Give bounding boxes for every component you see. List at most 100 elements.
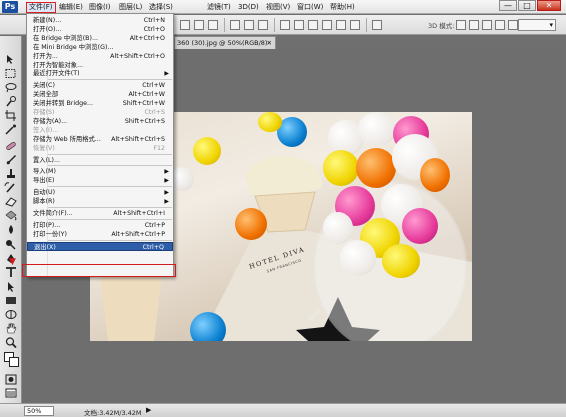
zoom-tool-icon[interactable]: [4, 337, 18, 348]
dodge-tool-icon[interactable]: [4, 239, 18, 250]
close-window-button[interactable]: ✕: [537, 0, 561, 11]
menu-item[interactable]: 存储(S) Ctrl+S: [27, 108, 173, 117]
type-tool-icon[interactable]: [4, 267, 18, 278]
blur-tool-icon[interactable]: [4, 224, 18, 235]
gumball: [323, 212, 353, 244]
menu-item[interactable]: 签入(I)...: [27, 126, 173, 135]
quick-mask-icon[interactable]: [4, 374, 18, 385]
align-right-icon[interactable]: [258, 20, 268, 30]
menu-edit[interactable]: 编辑(E): [57, 2, 85, 13]
3d-object-rotate-tool-icon[interactable]: [4, 309, 18, 320]
menu-item[interactable]: 关闭(C) Ctrl+W: [27, 81, 173, 90]
status-menu-arrow-icon[interactable]: ▶: [146, 406, 151, 414]
hand-tool-icon[interactable]: [4, 323, 18, 334]
quick-selection-tool-icon[interactable]: [4, 96, 18, 107]
move-tool-icon[interactable]: [4, 54, 18, 65]
menu-item[interactable]: 导出(E) ▶: [27, 176, 173, 185]
menu-item-shortcut: Ctrl+N: [143, 17, 165, 24]
menu-help[interactable]: 帮助(H): [328, 2, 357, 13]
menu-item-label: 存储为 Web 所用格式...: [33, 135, 101, 143]
menu-item-label: 在 Mini Bridge 中浏览(G)...: [33, 43, 114, 51]
align-middle-icon[interactable]: [194, 20, 204, 30]
menu-item-label: 打印(P)...: [33, 221, 61, 229]
menu-item[interactable]: 存储为 Web 所用格式... Alt+Shift+Ctrl+S: [27, 135, 173, 144]
menu-item[interactable]: 打开(O)... Ctrl+O: [27, 25, 173, 34]
options-separator: [366, 18, 367, 32]
align-left-icon[interactable]: [230, 20, 240, 30]
menu-image[interactable]: 图像(I): [87, 2, 113, 13]
menu-item[interactable]: 打印一份(Y) Alt+Shift+Ctrl+P: [27, 230, 173, 239]
history-brush-tool-icon[interactable]: [4, 182, 18, 193]
auto-align-icon[interactable]: [372, 20, 382, 30]
gumball: [420, 158, 450, 192]
eyedropper-tool-icon[interactable]: [4, 124, 18, 135]
align-bottom-icon[interactable]: [208, 20, 218, 30]
zoom-field[interactable]: 50%: [24, 406, 54, 416]
crop-tool-icon[interactable]: [4, 110, 18, 121]
menu-window[interactable]: 窗口(W): [295, 2, 325, 13]
menu-item[interactable]: 导入(M) ▶: [27, 167, 173, 176]
background-color-swatch[interactable]: [9, 357, 19, 367]
menu-view[interactable]: 视图(V): [264, 2, 292, 13]
menu-item[interactable]: 在 Bridge 中浏览(B)... Alt+Ctrl+O: [27, 34, 173, 43]
distribute-center-icon[interactable]: [336, 20, 346, 30]
rectangle-tool-icon[interactable]: [4, 295, 18, 306]
menu-file[interactable]: 文件(F): [26, 2, 56, 13]
eraser-tool-icon[interactable]: [4, 196, 18, 207]
healing-brush-tool-icon[interactable]: [4, 140, 18, 151]
distribute-top-icon[interactable]: [280, 20, 290, 30]
marquee-tool-icon[interactable]: [4, 68, 18, 79]
menu-item[interactable]: 在 Mini Bridge 中浏览(G)...: [27, 43, 173, 52]
menu-item[interactable]: 脚本(R) ▶: [27, 197, 173, 206]
3d-pan-icon[interactable]: [482, 20, 492, 30]
menu-item-exit[interactable]: 退出(X) Ctrl+Q: [27, 241, 173, 251]
path-selection-tool-icon[interactable]: [4, 281, 18, 292]
menu-item-shortcut: Alt+Ctrl+O: [129, 34, 165, 42]
menu-3d[interactable]: 3D(D): [236, 2, 261, 13]
menu-item[interactable]: 关闭全部 Alt+Ctrl+W: [27, 90, 173, 99]
menu-item[interactable]: 文件简介(F)... Alt+Shift+Ctrl+I: [27, 209, 173, 218]
menu-filter[interactable]: 滤镜(T): [205, 2, 233, 13]
menu-item[interactable]: 关闭并转到 Bridge... Shift+Ctrl+W: [27, 99, 173, 108]
menu-item[interactable]: 打开为... Alt+Shift+Ctrl+O: [27, 52, 173, 61]
minimize-button[interactable]: —: [499, 0, 517, 11]
menu-item-label: 脚本(R): [33, 198, 55, 206]
options-separator: [274, 18, 275, 32]
3d-scale-icon[interactable]: [508, 20, 518, 30]
restore-button[interactable]: □: [518, 0, 536, 11]
gradient-tool-icon[interactable]: [4, 210, 18, 221]
lasso-tool-icon[interactable]: [4, 82, 18, 93]
photoshop-logo: Ps: [2, 1, 18, 13]
menu-select[interactable]: 选择(S): [147, 2, 175, 13]
document-tab[interactable]: 360 (30).jpg @ 50%(RGB/8) ✕: [174, 36, 276, 49]
menu-item[interactable]: 打开为智能对象...: [27, 61, 173, 70]
menu-item[interactable]: 恢复(V) F12: [27, 144, 173, 153]
brush-tool-icon[interactable]: [4, 154, 18, 165]
distribute-right-icon[interactable]: [350, 20, 360, 30]
menu-layer[interactable]: 图层(L): [117, 2, 144, 13]
document-tab-title: 360 (30).jpg @ 50%(RGB/8): [177, 39, 268, 47]
menu-item[interactable]: 新建(N)... Ctrl+N: [27, 16, 173, 25]
align-top-icon[interactable]: [180, 20, 190, 30]
distribute-middle-icon[interactable]: [294, 20, 304, 30]
align-center-icon[interactable]: [244, 20, 254, 30]
menu-item[interactable]: 存储为(A)... Shift+Ctrl+S: [27, 117, 173, 126]
workspace-switcher[interactable]: [518, 19, 556, 31]
submenu-arrow-icon: ▶: [164, 189, 169, 197]
menu-item[interactable]: 打印(P)... Ctrl+P: [27, 221, 173, 230]
clone-stamp-tool-icon[interactable]: [4, 168, 18, 179]
menu-item[interactable]: 最近打开文件(T) ▶: [27, 69, 173, 78]
distribute-bottom-icon[interactable]: [308, 20, 318, 30]
menu-item-label: 退出(X): [34, 243, 56, 251]
screen-mode-icon[interactable]: [4, 388, 18, 399]
submenu-arrow-icon: ▶: [164, 177, 169, 185]
3d-rotate-icon[interactable]: [456, 20, 466, 30]
3d-roll-icon[interactable]: [469, 20, 479, 30]
menu-item[interactable]: 置入(L)...: [27, 156, 173, 165]
close-icon[interactable]: ✕: [267, 37, 272, 49]
menu-item[interactable]: 自动(U) ▶: [27, 188, 173, 197]
3d-slide-icon[interactable]: [495, 20, 505, 30]
menu-item-shortcut: Ctrl+P: [144, 221, 165, 229]
menu-item-label: 关闭全部: [33, 91, 59, 99]
distribute-left-icon[interactable]: [322, 20, 332, 30]
